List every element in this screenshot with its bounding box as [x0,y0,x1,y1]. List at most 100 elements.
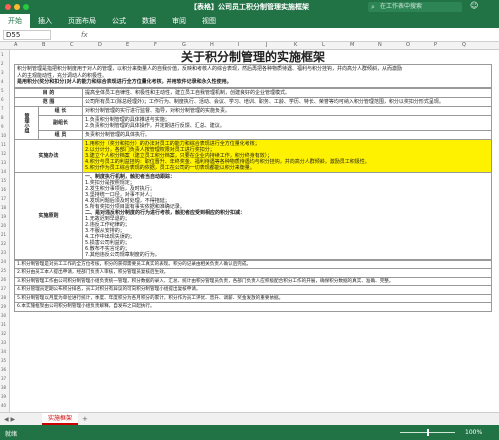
row-header[interactable]: 3 [1,70,4,75]
row-headers: 1 2 3 4 5 6 7 8 9 10 11 12 13 14 15 16 17 18 19 20 21 22 23 24 2… [0,50,10,412]
intro-block: 积分制管理是指把积分制度用于对人的管理，以积分来衡量人的自我价值，反映和考核人的… [14,64,492,88]
row-header[interactable]: 40 [1,403,6,408]
row-header[interactable]: 13 [1,160,6,165]
column-header[interactable]: O [406,42,410,48]
row-label[interactable]: 副组长 [38,114,83,131]
ribbon-tab-2[interactable]: 页面布局 [60,14,104,28]
row-text[interactable]: 负责积分制管理的具体执行。 [82,129,492,140]
row-header[interactable]: 8 [1,115,4,120]
fx-icon[interactable]: fx [81,31,88,39]
row-header[interactable]: 36 [1,367,6,372]
ribbon-tab-4[interactable]: 数据 [134,14,164,28]
row-label[interactable]: 组 长 [38,105,83,116]
implementation-principle-text[interactable]: 一、制度执行机制，触犯者当自动跟踪： 1.奖扣分是按照规定； 2.发生积分事项后，及… [82,171,492,260]
row-header[interactable]: 29 [1,304,6,309]
row-header[interactable]: 19 [1,214,6,219]
column-header[interactable]: G [182,42,186,48]
row-header[interactable]: 39 [1,394,6,399]
row-header[interactable]: 10 [1,133,6,138]
column-header[interactable]: C [70,42,74,48]
note-row[interactable]: 1.积分制管理是对员工工作的全方位考核，积分的获得需要员工真实的表现。积分的记录… [14,259,492,270]
row-header[interactable]: 21 [1,232,6,237]
sheet-nav-arrows-icon[interactable]: ◀ ▶ [4,416,15,423]
note-row[interactable]: 2.积分由员工本人提出申请，经部门负责人审核，积分管理员复核后生效。 [14,268,492,278]
implementation-method-label[interactable]: 实施办法 [14,138,83,173]
row-header[interactable]: 24 [1,259,6,264]
row-header[interactable]: 1 [1,52,4,57]
row-header[interactable]: 5 [1,88,4,93]
column-header[interactable]: D [98,42,102,48]
row-header[interactable]: 22 [1,241,6,246]
row-header[interactable]: 18 [1,205,6,210]
row-header[interactable]: 27 [1,286,6,291]
row-header[interactable]: 31 [1,322,6,327]
column-header[interactable]: P [434,42,437,48]
column-header[interactable]: B [42,42,45,48]
row-label[interactable]: 组 员 [38,129,83,140]
implementation-method-text[interactable]: 1.用积分（奖分和扣分）的办法对员工的能力和综合表现进行全方位量化考核； 2.以分… [82,138,492,173]
title-bar: 【表格】公司员工积分制管理实施框架 ⌕ 在工作表中搜索 ☺ [0,0,499,14]
row-header[interactable]: 32 [1,331,6,336]
row-header[interactable]: 37 [1,376,6,381]
column-header[interactable]: L [322,42,325,48]
ribbon-tab-1[interactable]: 插入 [30,14,60,28]
column-header[interactable]: Q [462,42,466,48]
add-sheet-button[interactable]: + [82,415,88,423]
note-row[interactable]: 6.本实施框架由公司积分制管理小组负责解释，自发布之日起执行。 [14,302,492,313]
row-text[interactable]: 提高全体员工自律性、积极性和主动性，建立员工自我管理机制，创建良好的企业管理模式… [82,87,492,98]
row-header[interactable]: 35 [1,358,6,363]
row-label[interactable]: 范 围 [14,96,83,107]
ribbon-tab-6[interactable]: 视图 [194,14,224,28]
row-header[interactable]: 38 [1,385,6,390]
column-header[interactable]: F [154,42,157,48]
zoom-slider-knob[interactable] [427,429,429,436]
row-header[interactable]: 30 [1,313,6,318]
column-header[interactable]: H [210,42,214,48]
row-header[interactable]: 12 [1,151,6,156]
feedback-smile-icon[interactable]: ☺ [470,1,478,10]
row-header[interactable]: 2 [1,61,4,66]
row-header[interactable]: 14 [1,169,6,174]
row-text[interactable]: 对积分制管理的实行进行监督、指导，对积分制管理的实施负责。 [82,105,492,116]
row-header[interactable]: 15 [1,178,6,183]
row-label[interactable]: 目 的 [14,87,83,98]
column-header[interactable]: A [14,42,17,48]
row-header[interactable]: 4 [1,79,4,84]
ribbon-tab-0[interactable]: 开始 [0,14,30,28]
column-header[interactable]: I [238,42,239,48]
row-header[interactable]: 17 [1,196,6,201]
row-header[interactable]: 33 [1,340,6,345]
note-row[interactable]: 3.积分制管理工作由公司积分制管理小组负责统一管理，积分数据的录入、汇总、统计由… [14,276,492,287]
sheet-tab-framework[interactable]: 实施框架 [42,413,79,425]
zoom-window-button[interactable] [23,4,29,10]
row-text[interactable]: 1.负责积分制管理的具体推进与实施； 2.负责积分制管理的具体操作，并定期进行反… [82,114,492,131]
column-header[interactable]: M [350,42,354,48]
note-row[interactable]: 5.积分制管理以月度为单位进行统计，季度、年度积分为各月积分的累计，积分作为员工… [14,293,492,304]
column-header[interactable]: N [378,42,382,48]
sheet-search-input[interactable]: ⌕ 在工作表中搜索 [368,2,462,12]
row-header[interactable]: 16 [1,187,6,192]
row-header[interactable]: 7 [1,106,4,111]
row-header[interactable]: 25 [1,268,6,273]
row-header[interactable]: 6 [1,97,4,102]
row-header[interactable]: 9 [1,124,4,129]
row-header[interactable]: 20 [1,223,6,228]
row-text[interactable]: 公司所有员工(除总经理外)；工作行为、制度执行、活动、会议、学习、培训、职务、工… [82,96,492,107]
row-header[interactable]: 11 [1,142,6,147]
row-header[interactable]: 28 [1,295,6,300]
ribbon-tab-3[interactable]: 公式 [104,14,134,28]
row-header[interactable]: 23 [1,250,6,255]
worksheet-grid[interactable]: 关于积分制管理的实施框架 积分制管理是指把积分制度用于对人的管理，以积分来衡量人… [10,50,499,412]
row-header[interactable]: 26 [1,277,6,282]
row-header[interactable]: 34 [1,349,6,354]
minimize-window-button[interactable] [14,4,20,10]
name-box[interactable]: D55 [3,29,51,40]
column-header[interactable]: E [126,42,129,48]
column-header[interactable]: J [266,42,267,48]
implementation-principle-label[interactable]: 实施原则 [14,171,83,260]
note-row[interactable]: 4.积分管理员定期公布积分排名，员工对积分有异议的可向积分制管理小组提出复核申请… [14,285,492,295]
management-group-label[interactable]: 管理小组 [14,105,39,140]
close-window-button[interactable] [5,4,11,10]
ribbon-tab-5[interactable]: 审阅 [164,14,194,28]
column-header[interactable]: K [294,42,297,48]
